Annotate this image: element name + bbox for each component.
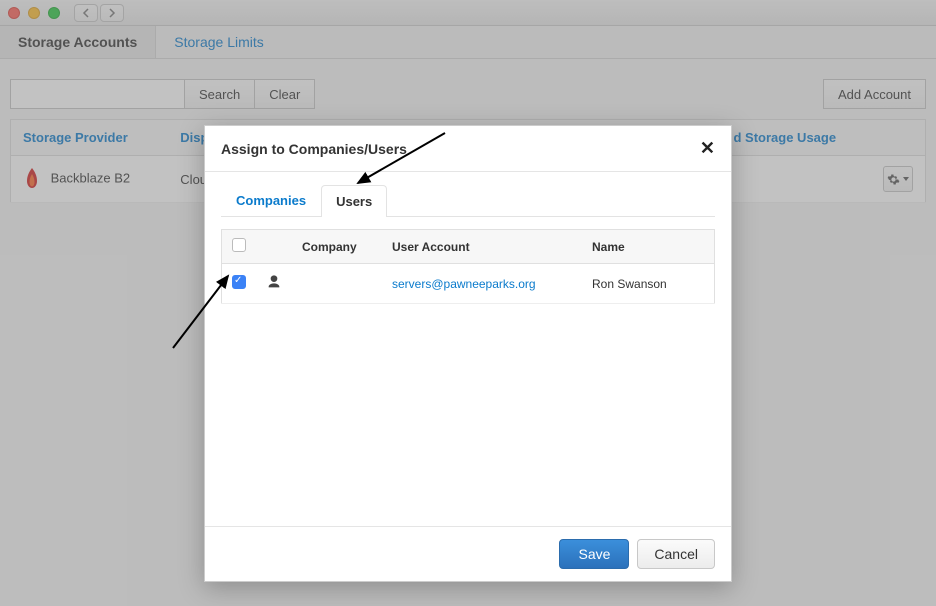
user-row: servers@pawneeparks.org Ron Swanson [222, 264, 715, 304]
close-dialog-button[interactable]: ✕ [700, 138, 715, 159]
user-icon [266, 274, 282, 290]
cell-checkbox [222, 264, 257, 304]
row-checkbox[interactable] [232, 275, 246, 289]
tab-companies[interactable]: Companies [221, 184, 321, 216]
col-user-account: User Account [382, 230, 582, 264]
dialog-header: Assign to Companies/Users ✕ [205, 126, 731, 172]
select-all-checkbox[interactable] [232, 238, 246, 252]
modal-overlay: Assign to Companies/Users ✕ Companies Us… [0, 0, 936, 606]
save-button[interactable]: Save [559, 539, 629, 569]
cell-user-account: servers@pawneeparks.org [382, 264, 582, 304]
user-account-link[interactable]: servers@pawneeparks.org [392, 277, 536, 291]
dialog-tabs: Companies Users [221, 184, 715, 217]
dialog-title: Assign to Companies/Users [221, 141, 407, 157]
users-table: Company User Account Name [221, 229, 715, 304]
col-icon [256, 230, 292, 264]
cancel-button[interactable]: Cancel [637, 539, 715, 569]
dialog-body: Companies Users Company User Account Nam… [205, 172, 731, 526]
col-company: Company [292, 230, 382, 264]
cell-name: Ron Swanson [582, 264, 715, 304]
tab-users[interactable]: Users [321, 185, 387, 217]
assign-dialog: Assign to Companies/Users ✕ Companies Us… [204, 125, 732, 582]
col-name: Name [582, 230, 715, 264]
col-checkbox [222, 230, 257, 264]
dialog-footer: Save Cancel [205, 526, 731, 581]
cell-user-icon [256, 264, 292, 304]
cell-company [292, 264, 382, 304]
